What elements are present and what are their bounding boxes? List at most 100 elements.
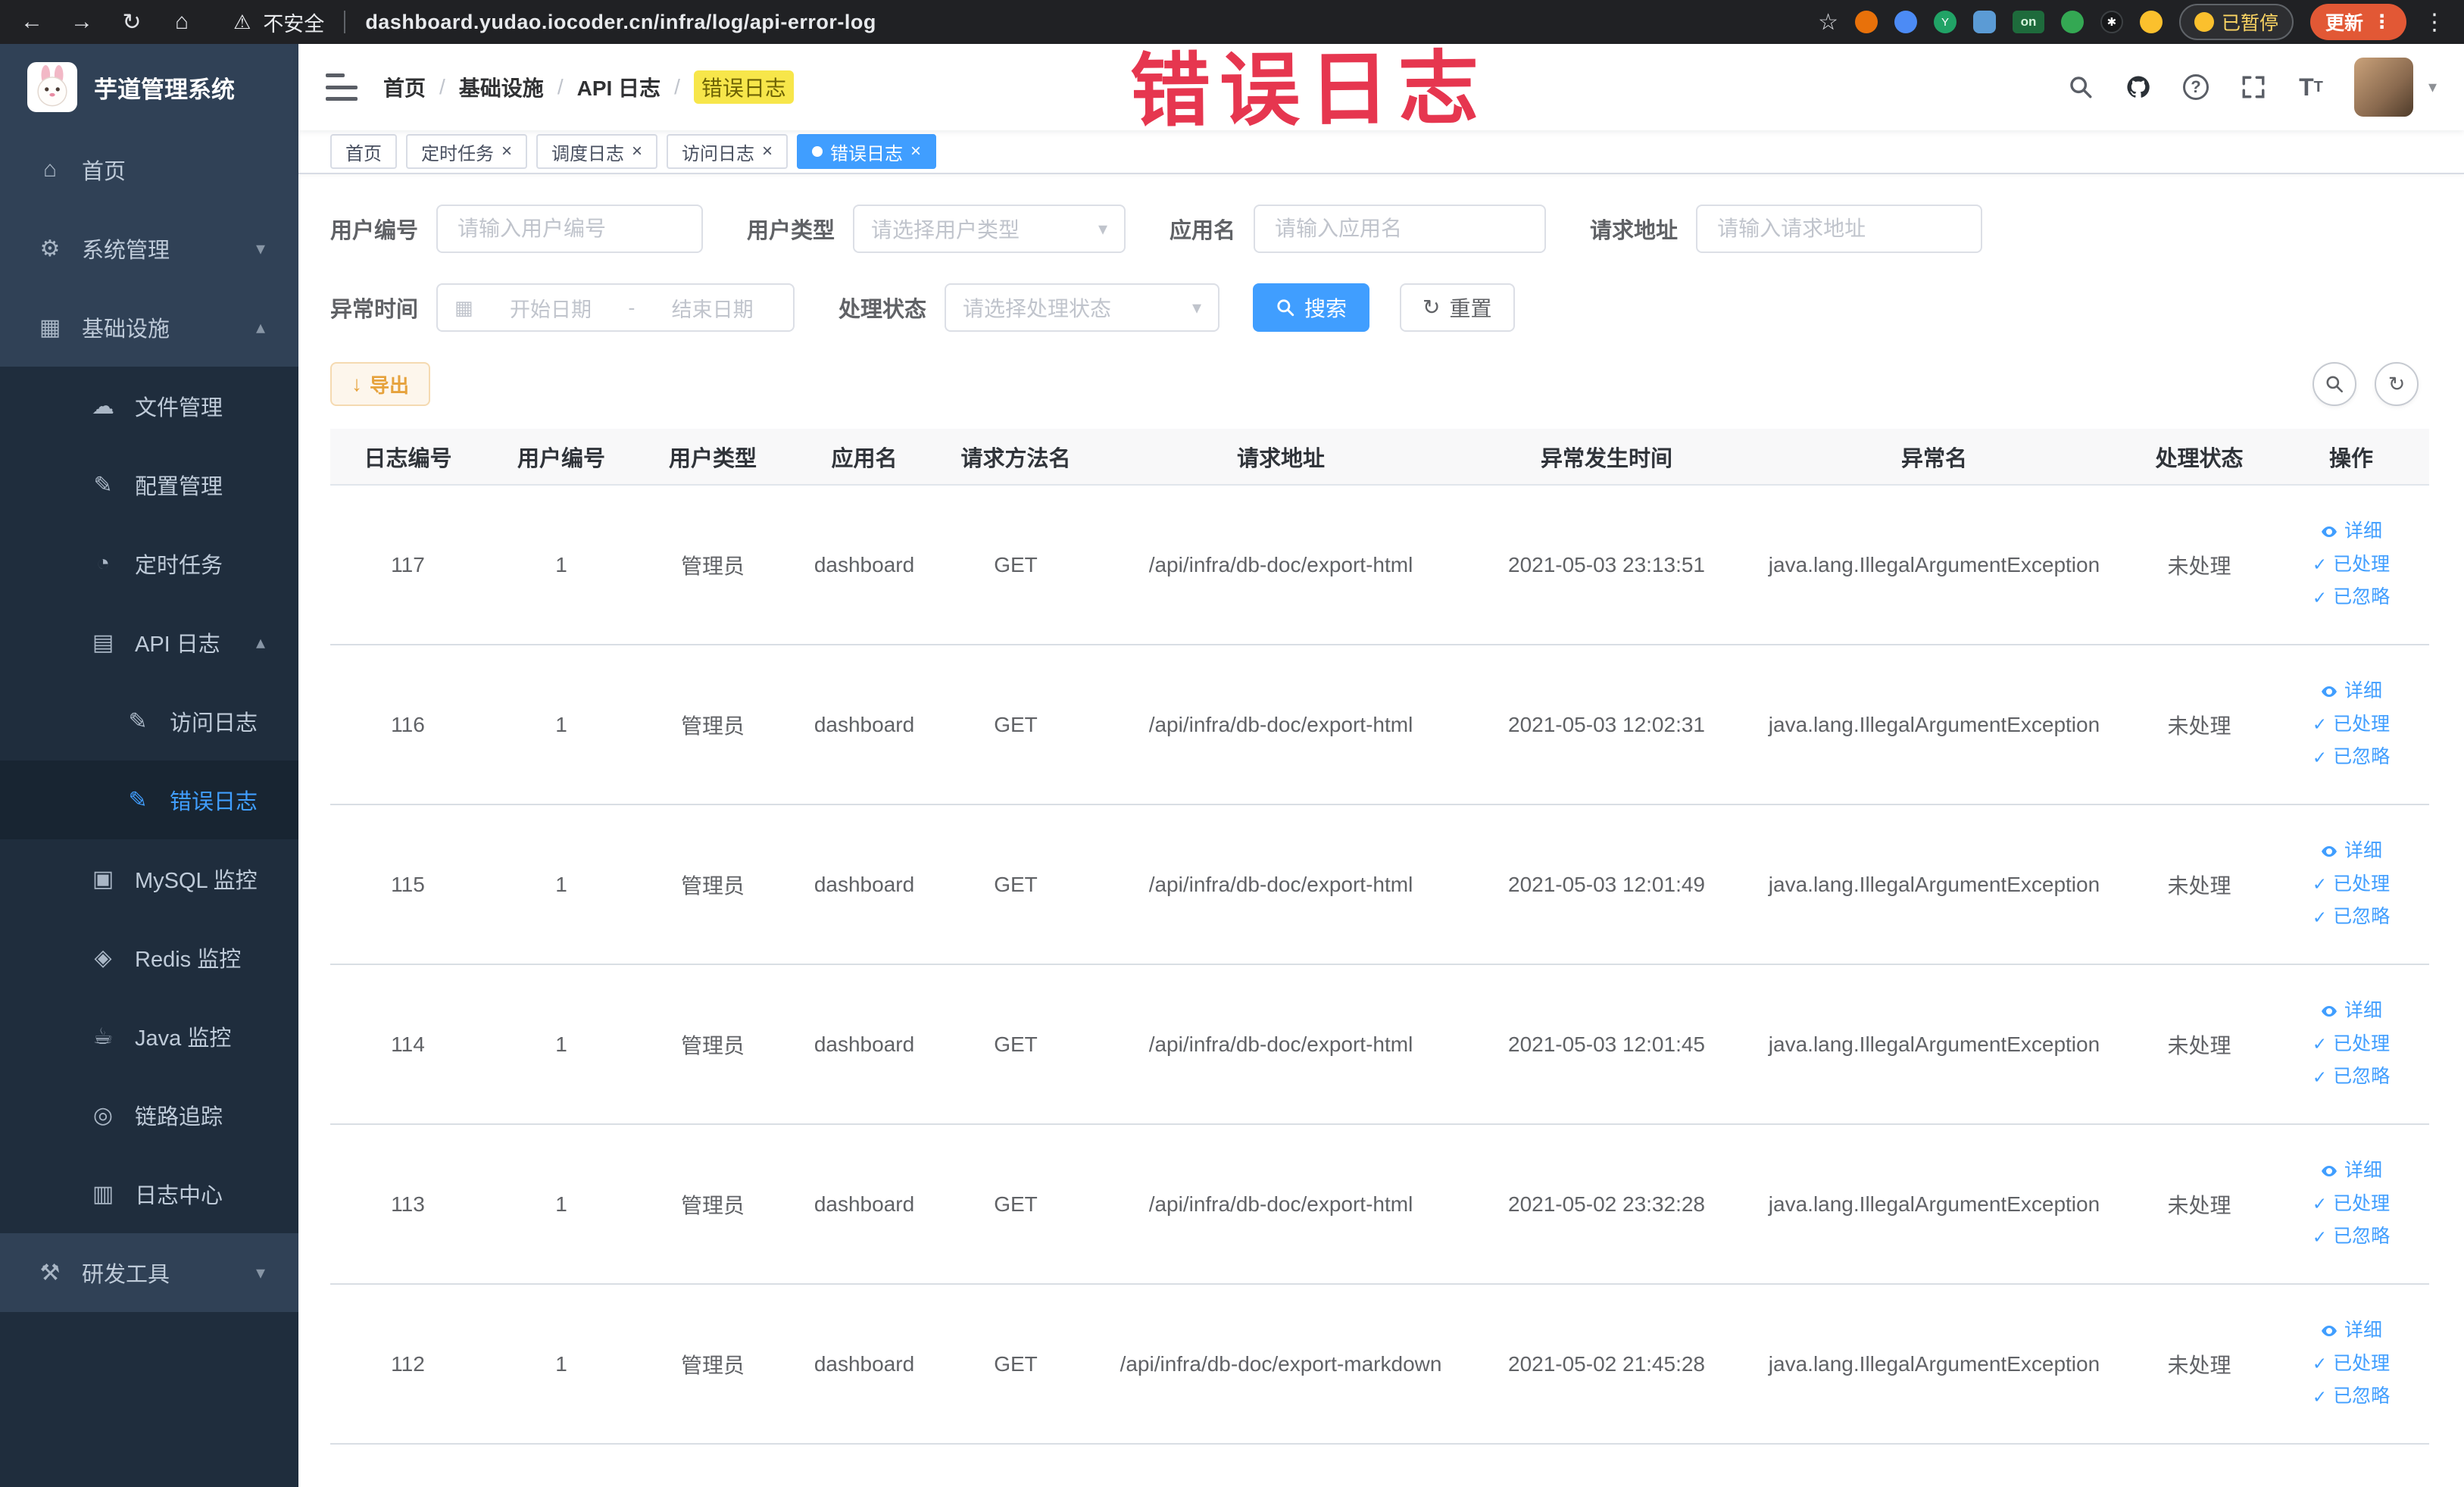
process-status-label: 处理状态 xyxy=(839,298,927,322)
table-row: 116 1 管理员 dashboard GET /api/infra/db-do… xyxy=(330,645,2429,805)
search-icon[interactable] xyxy=(2066,73,2095,102)
update-button[interactable]: 更新 ⋮ xyxy=(2309,4,2406,40)
user-avatar[interactable] xyxy=(2353,58,2413,117)
tab-home[interactable]: 首页 xyxy=(330,134,397,169)
user-type-select[interactable]: 请选择用户类型 ▾ xyxy=(853,205,1126,253)
forward-icon[interactable]: → xyxy=(68,9,95,35)
detail-link[interactable]: 详细 xyxy=(2320,1317,2382,1345)
ignored-link[interactable]: ✓ 已忽略 xyxy=(2313,1063,2390,1092)
detail-link[interactable]: 详细 xyxy=(2320,1157,2382,1186)
breadcrumb-item-api-log[interactable]: API 日志 xyxy=(577,72,661,102)
ignored-link[interactable]: ✓ 已忽略 xyxy=(2313,1223,2390,1251)
app-name-input[interactable] xyxy=(1254,205,1547,253)
extension-icon[interactable]: Y xyxy=(1933,11,1957,33)
sidebar-item-label: MySQL 监控 xyxy=(135,869,258,893)
browser-menu-icon[interactable]: ⋮ xyxy=(2423,9,2446,36)
browser-home-icon[interactable]: ⌂ xyxy=(168,9,195,35)
select-placeholder: 请选择用户类型 xyxy=(871,218,1020,242)
bookmark-star-icon[interactable]: ☆ xyxy=(1818,9,1838,36)
date-range-picker[interactable]: ▦ 开始日期 - 结束日期 xyxy=(436,283,795,332)
processed-link[interactable]: ✓ 已处理 xyxy=(2313,711,2390,739)
table-row: 117 1 管理员 dashboard GET /api/infra/db-do… xyxy=(330,485,2429,645)
reset-button[interactable]: ↻ 重置 xyxy=(1400,283,1515,332)
close-icon[interactable]: × xyxy=(762,142,773,161)
sidebar-item-log-center[interactable]: ▥ 日志中心 xyxy=(0,1154,298,1233)
processed-link[interactable]: ✓ 已处理 xyxy=(2313,870,2390,899)
ignored-link[interactable]: ✓ 已忽略 xyxy=(2313,903,2390,932)
app-logo[interactable]: 芋道管理系统 xyxy=(0,44,298,130)
extension-icon[interactable]: ✱ xyxy=(2100,11,2123,33)
sidebar-item-link-tracing[interactable]: ◎ 链路追踪 xyxy=(0,1076,298,1154)
filter-exception-time: 异常时间 ▦ 开始日期 - 结束日期 xyxy=(330,283,795,332)
breadcrumb-item-home[interactable]: 首页 xyxy=(383,72,426,102)
cell-operations: 详细 ✓ 已处理 ✓ 已忽略 xyxy=(2273,645,2429,805)
sidebar-item-system-management[interactable]: ⚙ 系统管理 ▾ xyxy=(0,209,298,288)
sidebar-item-java-monitor[interactable]: ☕ Java 监控 xyxy=(0,997,298,1076)
cell-method: GET xyxy=(940,485,1091,645)
close-icon[interactable]: × xyxy=(910,142,921,161)
exception-time-label: 异常时间 xyxy=(330,298,419,322)
avatar-caret-icon[interactable]: ▾ xyxy=(2428,77,2437,97)
sidebar-item-file-management[interactable]: ☁ 文件管理 xyxy=(0,367,298,445)
sidebar-item-config-management[interactable]: ✎ 配置管理 xyxy=(0,445,298,524)
paused-badge[interactable]: 已暂停 xyxy=(2178,4,2294,40)
sidebar-item-infrastructure[interactable]: ▦ 基础设施 ▴ xyxy=(0,288,298,367)
search-button[interactable]: 搜索 xyxy=(1253,283,1370,332)
detail-link[interactable]: 详细 xyxy=(2320,677,2382,706)
tab-scheduled-tasks[interactable]: 定时任务 × xyxy=(406,134,528,169)
sidebar-item-access-log[interactable]: ✎ 访问日志 xyxy=(0,682,298,761)
cell-user-id: 1 xyxy=(486,485,637,645)
processed-link[interactable]: ✓ 已处理 xyxy=(2313,1030,2390,1059)
processed-link[interactable]: ✓ 已处理 xyxy=(2313,1190,2390,1219)
tab-scheduler-log[interactable]: 调度日志 × xyxy=(536,134,658,169)
extension-icon[interactable] xyxy=(1972,11,1996,33)
sidebar-item-mysql-monitor[interactable]: ▣ MySQL 监控 xyxy=(0,839,298,918)
export-button[interactable]: ↓ 导出 xyxy=(330,362,431,406)
sidebar-item-dev-tools[interactable]: ⚒ 研发工具 ▾ xyxy=(0,1233,298,1312)
sidebar-toggle-icon[interactable] xyxy=(326,73,358,101)
detail-link[interactable]: 详细 xyxy=(2320,517,2382,546)
extension-icon[interactable] xyxy=(1894,11,1917,33)
refresh-button[interactable]: ↻ xyxy=(2375,362,2419,406)
extension-on-badge[interactable]: on xyxy=(2012,11,2044,33)
sidebar-item-label: 日志中心 xyxy=(135,1184,223,1208)
sidebar-item-redis-monitor[interactable]: ◈ Redis 监控 xyxy=(0,918,298,997)
close-icon[interactable]: × xyxy=(501,142,512,161)
help-icon[interactable]: ? xyxy=(2181,73,2210,102)
detail-link[interactable]: 详细 xyxy=(2320,837,2382,866)
address-bar[interactable]: ⚠ 不安全 dashboard.yudao.iocoder.cn/infra/l… xyxy=(233,8,876,37)
timer-icon: ◔ xyxy=(95,551,111,576)
extension-smiley-icon[interactable] xyxy=(2139,11,2163,33)
sidebar-item-scheduled-tasks[interactable]: ◔ 定时任务 xyxy=(0,524,298,603)
processed-link[interactable]: ✓ 已处理 xyxy=(2313,1350,2390,1379)
extension-icon[interactable] xyxy=(1854,11,1878,33)
back-icon[interactable]: ← xyxy=(18,9,45,35)
cell-request-url: /api/infra/db-doc/export-html xyxy=(1091,964,1470,1125)
process-status-select[interactable]: 请选择处理状态 ▾ xyxy=(945,283,1220,332)
sidebar-item-home[interactable]: ⌂ 首页 xyxy=(0,130,298,209)
user-id-input[interactable] xyxy=(436,205,704,253)
breadcrumb-item-infrastructure[interactable]: 基础设施 xyxy=(459,72,544,102)
font-size-icon[interactable]: TT xyxy=(2297,73,2325,102)
sidebar-item-error-log[interactable]: ✎ 错误日志 xyxy=(0,761,298,839)
sidebar-item-api-log[interactable]: ▤ API 日志 ▴ xyxy=(0,603,298,682)
url-text[interactable]: dashboard.yudao.iocoder.cn/infra/log/api… xyxy=(365,11,876,34)
tab-error-log[interactable]: 错误日志 × xyxy=(797,134,937,169)
github-icon[interactable] xyxy=(2124,73,2153,102)
detail-link[interactable]: 详细 xyxy=(2320,997,2382,1026)
document-icon: ✎ xyxy=(128,708,148,734)
fullscreen-icon[interactable] xyxy=(2239,73,2268,102)
close-icon[interactable]: × xyxy=(632,142,642,161)
ignored-link[interactable]: ✓ 已忽略 xyxy=(2313,583,2390,612)
toggle-search-button[interactable] xyxy=(2313,362,2356,406)
extension-icon[interactable] xyxy=(2060,11,2084,33)
ignored-link[interactable]: ✓ 已忽略 xyxy=(2313,743,2390,772)
security-label[interactable]: 不安全 xyxy=(263,8,324,37)
filter-request-url: 请求地址 xyxy=(1590,205,1983,253)
processed-link[interactable]: ✓ 已处理 xyxy=(2313,551,2390,579)
sidebar-item-label: 基础设施 xyxy=(82,317,170,342)
request-url-input[interactable] xyxy=(1696,205,1983,253)
tab-access-log[interactable]: 访问日志 × xyxy=(667,134,789,169)
reload-icon[interactable]: ↻ xyxy=(118,9,145,36)
ignored-link[interactable]: ✓ 已忽略 xyxy=(2313,1382,2390,1411)
